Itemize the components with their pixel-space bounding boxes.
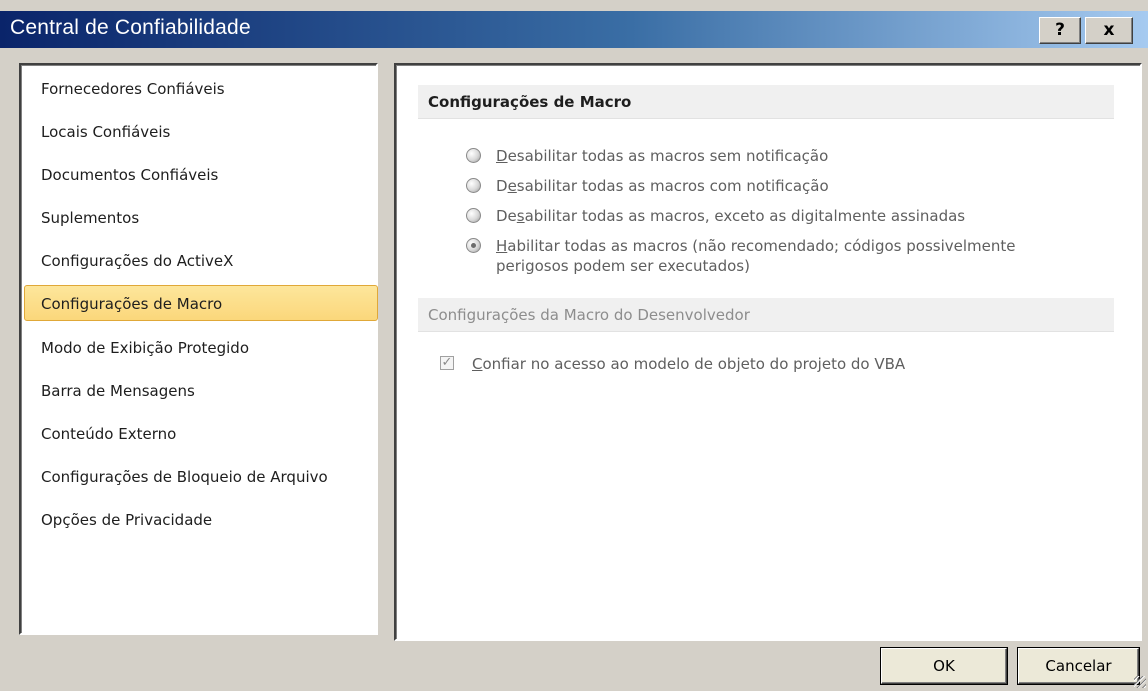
nav-item-documentos-confiaveis[interactable]: Documentos Confiáveis [25,157,378,193]
title-bar: Central de Confiabilidade ? x [0,11,1148,48]
category-list: Fornecedores Confiáveis Locais Confiávei… [19,63,378,635]
nav-item-conteudo-externo[interactable]: Conteúdo Externo [25,416,378,452]
nav-item-barra-mensagens[interactable]: Barra de Mensagens [25,373,378,409]
option-label: Desabilitar todas as macros sem notifica… [496,147,829,165]
nav-item-modo-exibicao-protegido[interactable]: Modo de Exibição Protegido [25,330,378,366]
option-label: Desabilitar todas as macros com notifica… [496,177,829,195]
option-label: Confiar no acesso ao modelo de objeto do… [472,355,906,373]
help-button[interactable]: ? [1039,17,1081,44]
nav-item-activex[interactable]: Configurações do ActiveX [25,243,378,279]
ok-button[interactable]: OK [881,648,1007,684]
radio-button-selected[interactable] [466,238,481,253]
window-title: Central de Confiabilidade [10,16,251,39]
nav-item-suplementos[interactable]: Suplementos [25,200,378,236]
radio-button[interactable] [466,178,481,193]
option-label: Desabilitar todas as macros, exceto as d… [496,207,966,225]
macro-settings-header: Configurações de Macro [418,85,1114,119]
radio-button[interactable] [466,148,481,163]
nav-item-privacidade[interactable]: Opções de Privacidade [25,502,378,538]
nav-item-fornecedores-confiaveis[interactable]: Fornecedores Confiáveis [25,71,378,107]
nav-item-locais-confiaveis[interactable]: Locais Confiáveis [25,114,378,150]
settings-panel: Configurações de Macro Desabilitar todas… [394,63,1142,641]
resize-grip-icon[interactable] [1134,676,1146,688]
nav-item-bloqueio-arquivo[interactable]: Configurações de Bloqueio de Arquivo [25,459,378,495]
cancel-button[interactable]: Cancelar [1018,648,1139,684]
option-label: Habilitar todas as macros (não recomenda… [496,237,1016,275]
developer-settings-header: Configurações da Macro do Desenvolvedor [418,298,1114,332]
nav-item-macro[interactable]: Configurações de Macro [24,285,378,321]
close-button[interactable]: x [1085,17,1133,44]
radio-button[interactable] [466,208,481,223]
checkbox-checked-icon[interactable]: ✓ [440,356,454,370]
